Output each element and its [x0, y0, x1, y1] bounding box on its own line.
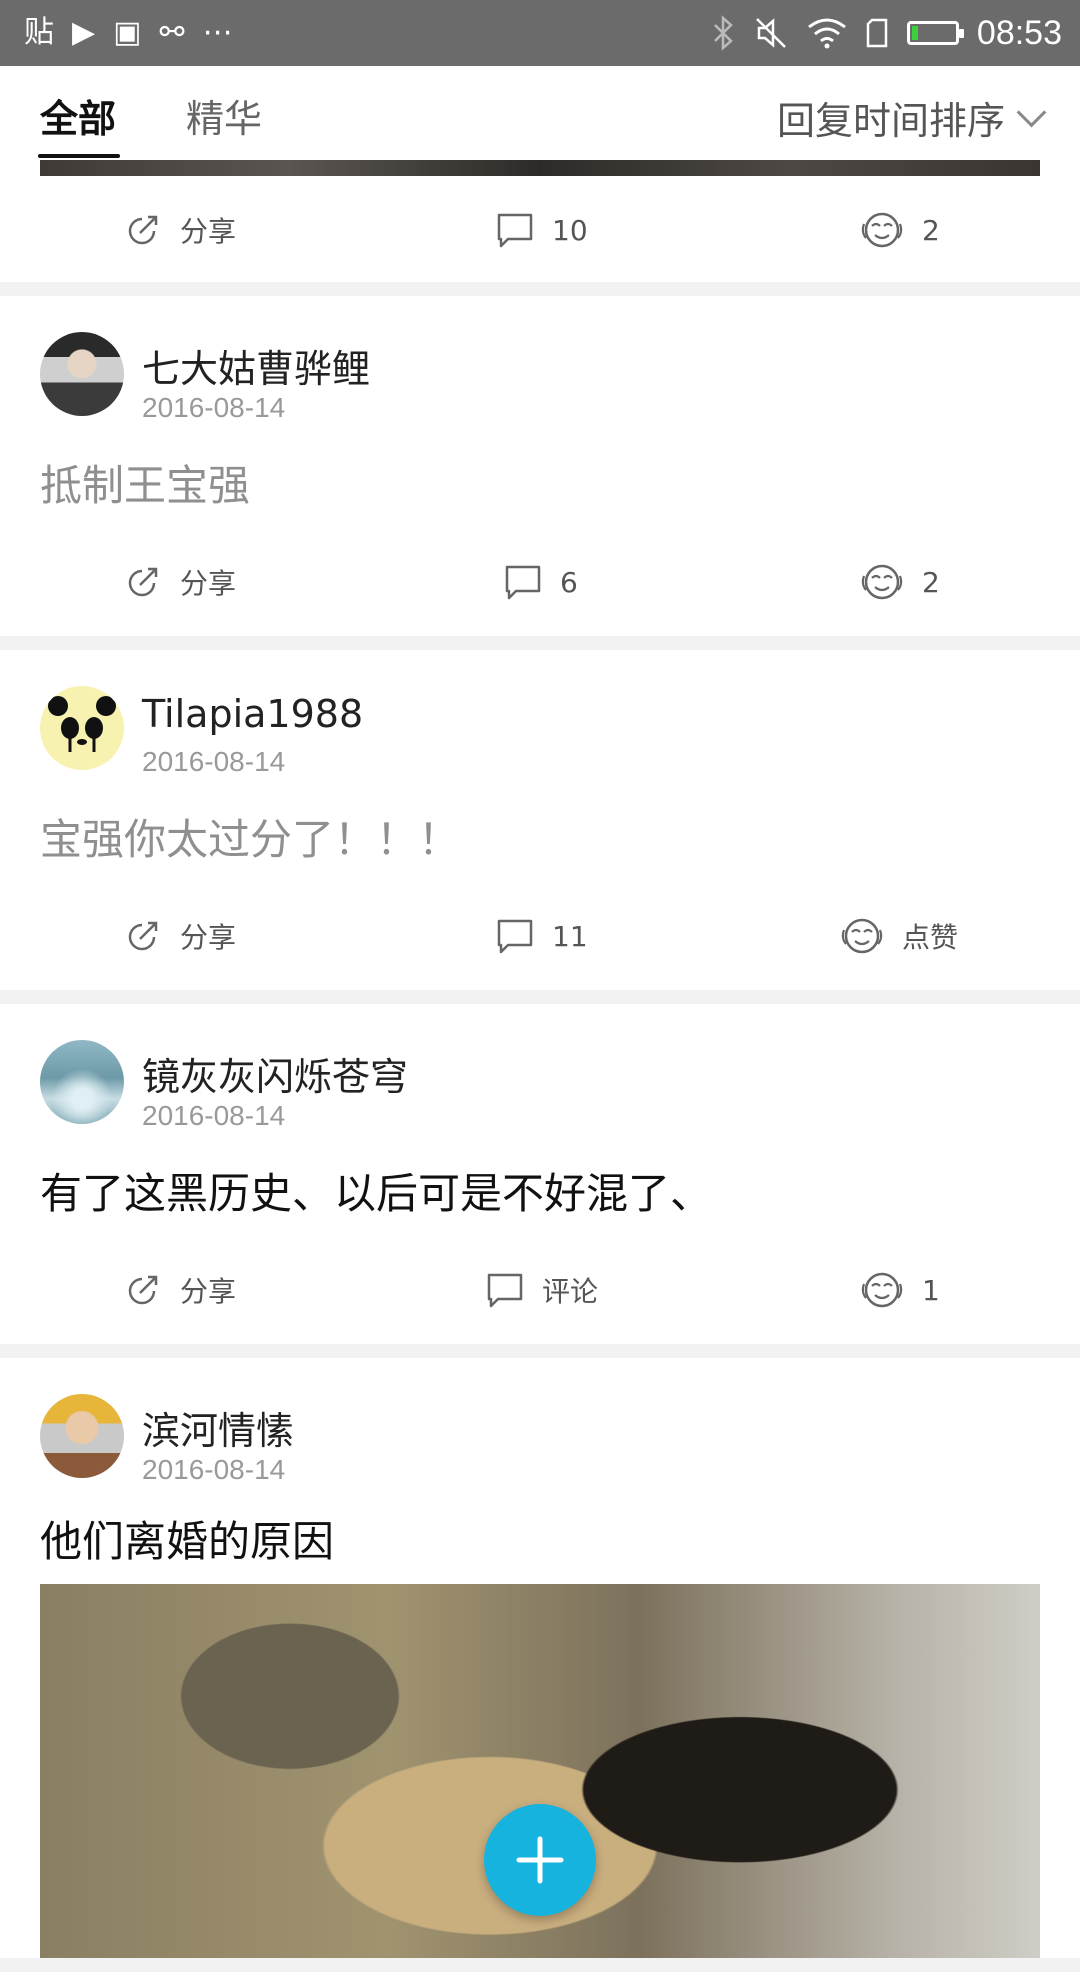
share-button[interactable]: 分享	[124, 906, 236, 966]
comment-label: 评论	[542, 1275, 599, 1308]
post-feed: 分享 10 2 七大姑曹骅鲤 2016-08-14 抵制王宝强 分享 6 2 T…	[0, 160, 1080, 1972]
post-card[interactable]: Tilapia1988 2016-08-14 宝强你太过分了！！！ 分享 11 …	[0, 650, 1080, 990]
wifi-icon	[807, 18, 846, 49]
comment-button[interactable]: 10	[496, 200, 588, 260]
share-button[interactable]: 分享	[124, 552, 236, 612]
tab-all[interactable]: 全部	[40, 88, 116, 143]
share-label: 分享	[180, 567, 237, 600]
like-label: 点赞	[902, 921, 959, 954]
post-text: 他们离婚的原因	[40, 1517, 335, 1566]
user-avatar[interactable]	[40, 332, 124, 416]
username[interactable]: Tilapia1988	[142, 692, 363, 736]
bluetooth-icon	[714, 15, 733, 51]
user-avatar[interactable]	[40, 686, 124, 770]
like-button[interactable]: 2	[860, 552, 940, 612]
share-icon	[128, 1275, 158, 1305]
like-count: 2	[922, 565, 940, 599]
post-actions: 分享 评论 1	[0, 1260, 1080, 1320]
video-notification-icon: ▶	[72, 15, 96, 50]
share-icon	[128, 567, 158, 597]
mute-icon	[756, 18, 786, 48]
post-text: 抵制王宝强	[40, 461, 251, 510]
post-actions: 分享 11 点赞	[0, 906, 1080, 966]
comment-icon	[505, 565, 541, 600]
sort-dropdown[interactable]: 回复时间排序	[776, 90, 1047, 145]
share-label: 分享	[180, 921, 237, 954]
like-button[interactable]: 2	[860, 200, 940, 260]
tieba-notification-icon: 贴	[24, 15, 54, 50]
post-text: 宝强你太过分了！！！	[40, 815, 461, 864]
comment-icon	[497, 919, 533, 954]
like-count: 2	[922, 213, 940, 247]
user-avatar[interactable]	[40, 1040, 124, 1124]
comment-icon	[497, 213, 533, 248]
like-face-icon	[861, 1272, 903, 1308]
tab-bar: 全部 精华 回复时间排序	[0, 66, 1080, 161]
comment-count: 6	[560, 565, 578, 599]
like-count: 1	[922, 1273, 940, 1307]
like-face-icon	[861, 212, 903, 248]
new-post-button[interactable]	[484, 1804, 596, 1916]
like-face-icon	[861, 564, 903, 600]
post-actions: 分享 6 2	[0, 552, 1080, 612]
comment-button[interactable]: 11	[496, 906, 588, 966]
active-tab-indicator	[38, 154, 120, 158]
username[interactable]: 滨河情愫	[142, 1400, 294, 1455]
post-date: 2016-08-14	[142, 746, 286, 777]
like-button[interactable]: 1	[860, 1260, 940, 1320]
user-avatar[interactable]	[40, 1394, 124, 1478]
panda-avatar-icon	[48, 696, 116, 752]
username[interactable]: 镜灰灰闪烁苍穹	[142, 1046, 408, 1101]
share-label: 分享	[180, 1275, 237, 1308]
comment-button[interactable]: 评论	[486, 1260, 598, 1320]
battery-icon	[906, 21, 964, 45]
status-bar: 贴 ▶ ▣ ⚯ ⋯ 08:53	[0, 0, 1080, 66]
link-notification-icon: ⚯	[159, 15, 185, 50]
chevron-down-icon	[1016, 97, 1047, 128]
more-notifications-icon: ⋯	[202, 15, 233, 50]
plus-icon	[516, 1836, 564, 1884]
post-card[interactable]: 分享 10 2	[0, 160, 1080, 282]
like-button[interactable]: 点赞	[840, 906, 958, 966]
like-face-icon	[841, 918, 883, 954]
share-icon	[128, 215, 158, 245]
comment-button[interactable]: 6	[504, 552, 578, 612]
share-button[interactable]: 分享	[124, 1260, 236, 1320]
status-time: 08:53	[976, 13, 1062, 52]
post-card[interactable]: 镜灰灰闪烁苍穹 2016-08-14 有了这黑历史、以后可是不好混了、 分享 评…	[0, 1004, 1080, 1344]
post-date: 2016-08-14	[142, 1100, 286, 1131]
comment-count: 10	[552, 213, 588, 247]
post-image-partial	[40, 160, 1040, 176]
post-actions: 分享 10 2	[0, 200, 1080, 260]
post-date: 2016-08-14	[142, 392, 286, 423]
sim-icon	[866, 18, 888, 48]
tab-featured[interactable]: 精华	[186, 88, 262, 143]
post-date: 2016-08-14	[142, 1454, 286, 1485]
post-card[interactable]: 七大姑曹骅鲤 2016-08-14 抵制王宝强 分享 6 2	[0, 296, 1080, 636]
share-button[interactable]: 分享	[124, 200, 236, 260]
share-icon	[128, 921, 158, 951]
sort-label: 回复时间排序	[776, 99, 1005, 143]
post-text: 有了这黑历史、以后可是不好混了、	[40, 1169, 713, 1218]
comment-icon	[487, 1273, 523, 1308]
share-label: 分享	[180, 215, 237, 248]
comment-count: 11	[552, 919, 588, 953]
image-notification-icon: ▣	[113, 15, 142, 50]
username[interactable]: 七大姑曹骅鲤	[142, 338, 370, 393]
